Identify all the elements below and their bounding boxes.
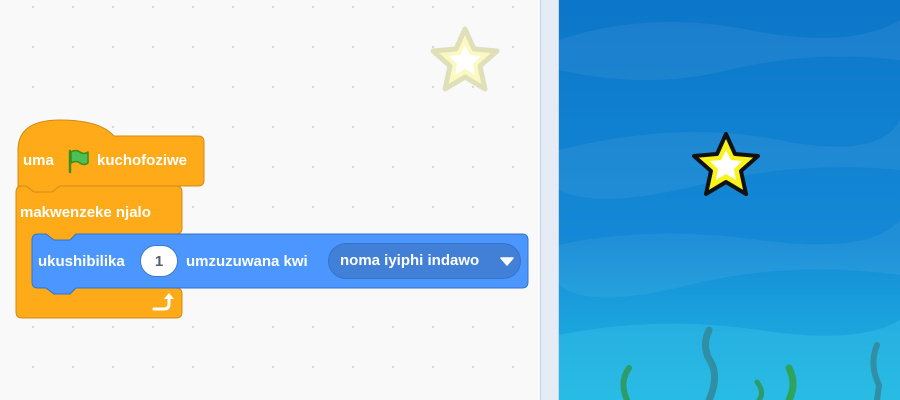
hat-block-prefix: uma xyxy=(23,152,54,169)
target-dropdown[interactable]: noma iyiphi indawo xyxy=(328,243,521,279)
seconds-value: 1 xyxy=(154,252,164,270)
target-dropdown-label: noma iyiphi indawo xyxy=(340,252,480,269)
forever-block-label: makwenzeke njalo xyxy=(20,204,151,221)
workspace-stage-divider[interactable] xyxy=(540,0,559,400)
loop-arrow-icon xyxy=(152,293,174,311)
script-stack[interactable]: uma kuchofoziwe makwenzeke njalo ukushib… xyxy=(0,0,540,400)
chevron-down-icon xyxy=(500,257,514,266)
seconds-input[interactable]: 1 xyxy=(140,245,178,277)
glide-label-after: umzuzuwana kwi xyxy=(186,253,308,270)
script-blocks-shapes xyxy=(15,119,529,319)
glide-label-before: ukushibilika xyxy=(38,253,125,270)
stage-star-sprite-icon[interactable] xyxy=(683,125,769,207)
hat-block-suffix: kuchofoziwe xyxy=(97,152,188,169)
green-flag-icon[interactable] xyxy=(66,148,90,174)
